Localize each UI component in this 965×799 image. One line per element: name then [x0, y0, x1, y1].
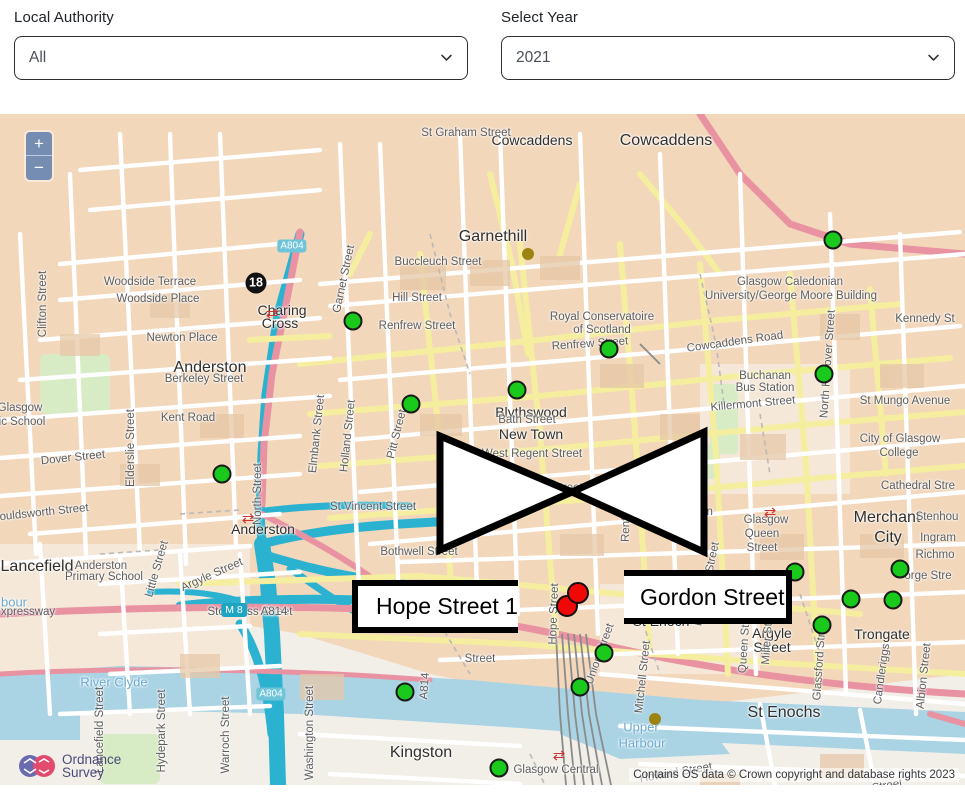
map-poi-dot[interactable]	[649, 713, 661, 725]
rail-station-icon: ⇄	[763, 504, 777, 521]
map-marker-green[interactable]	[616, 465, 636, 485]
local-authority-group: Local Authority All	[14, 9, 468, 80]
local-authority-label: Local Authority	[14, 9, 114, 26]
map-marker-green[interactable]	[489, 758, 509, 778]
map-marker-green[interactable]	[343, 311, 363, 331]
map-marker-green[interactable]	[686, 531, 706, 551]
local-authority-select[interactable]: All	[14, 35, 468, 80]
local-authority-select-wrap: All	[14, 35, 468, 80]
chevron-down-icon	[927, 51, 940, 64]
local-authority-value: All	[29, 48, 47, 66]
select-year-group: Select Year 2021	[501, 9, 955, 80]
year-value: 2021	[516, 48, 551, 66]
year-select[interactable]: 2021	[501, 35, 955, 80]
map-tiles	[0, 114, 965, 785]
ordnance-survey-mark	[19, 755, 55, 777]
map-poi-dot[interactable]	[691, 494, 703, 506]
map-marker-green[interactable]	[570, 677, 590, 697]
callout-gordon-street[interactable]: Gordon Street	[624, 570, 792, 624]
select-year-label: Select Year	[501, 9, 578, 26]
map-marker-green[interactable]	[507, 380, 527, 400]
map-marker-green[interactable]	[814, 364, 834, 384]
year-select-wrap: 2021	[501, 35, 955, 80]
map-poi-dot[interactable]	[522, 248, 534, 260]
map-marker-green[interactable]	[594, 643, 614, 663]
map-attribution: Contains OS data © Crown copyright and d…	[629, 768, 959, 782]
map-marker-green[interactable]	[395, 682, 415, 702]
filter-bar: Local Authority All Select Year 2021	[0, 0, 965, 114]
zoom-in-button[interactable]: +	[26, 132, 52, 156]
map-marker-green[interactable]	[841, 589, 861, 609]
zoom-out-button[interactable]: −	[26, 156, 52, 180]
callout-hope-street-label: Hope Street 1	[376, 593, 518, 619]
map-zoom-control[interactable]: + −	[26, 132, 52, 180]
map-marker-red-selected[interactable]	[567, 582, 589, 604]
chevron-down-icon	[440, 51, 453, 64]
rail-station-icon: ⇄	[265, 305, 279, 322]
map-viewport[interactable]: + − Cowcaddens Cowcaddens Garnethill Blyths…	[0, 114, 965, 785]
map-marker-green[interactable]	[823, 230, 843, 250]
callout-gordon-street-label: Gordon Street	[640, 583, 785, 610]
callout-hope-street[interactable]: Hope Street 1	[352, 580, 518, 633]
map-marker-green[interactable]	[599, 339, 619, 359]
map-marker-green[interactable]	[890, 559, 910, 579]
ordnance-survey-logo: Ordnance Survey	[18, 753, 121, 779]
rail-station-icon: ⇄	[552, 747, 566, 764]
map-marker-green[interactable]	[212, 464, 232, 484]
rail-station-icon: ⇄	[241, 510, 255, 527]
map-marker-green[interactable]	[883, 590, 903, 610]
os-logo-line2: Survey	[62, 765, 105, 780]
map-marker-green[interactable]	[812, 615, 832, 635]
map-marker-green[interactable]	[401, 394, 421, 414]
